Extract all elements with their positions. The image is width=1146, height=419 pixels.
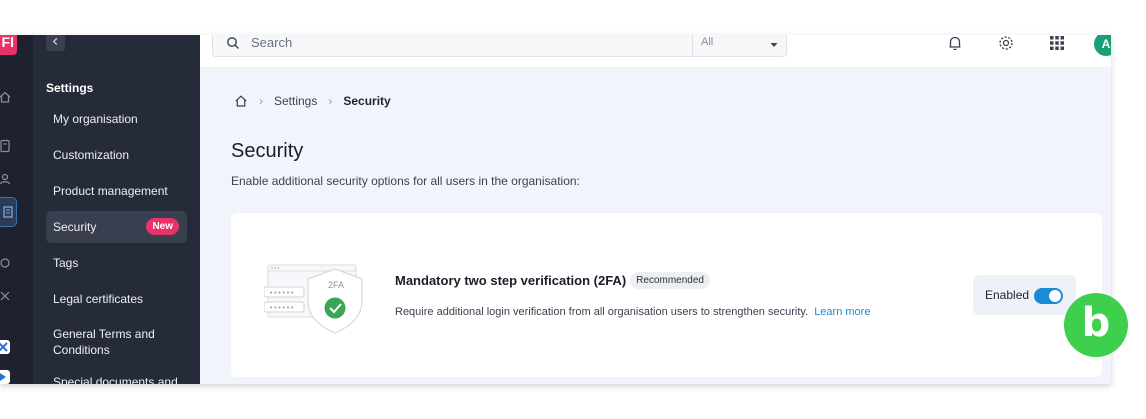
app-window: Fl Settings My organisation Customizatio… [0,35,1111,384]
search-scope-value: All [701,36,714,48]
sidebar-item-tags[interactable]: Tags [46,248,187,278]
svg-text:••••••: •••••• [269,289,294,297]
sidebar-item-general-terms[interactable]: General Terms and Conditions [46,319,166,365]
apps-grid-icon[interactable] [1048,35,1066,52]
2fa-shield-illustration: •••••• •••••• 2FA [263,263,366,335]
search-box: All [212,35,787,57]
chevron-right-icon: › [328,94,333,108]
svg-text:••••••: •••••• [269,304,294,312]
2fa-card: •••••• •••••• 2FA Mandatory two step ver… [231,213,1102,377]
cog-icon[interactable] [0,289,12,303]
search-icon [226,36,240,50]
app-x-icon[interactable] [0,340,10,354]
breadcrumb-current: Security [343,94,391,108]
search-scope-select[interactable]: All [692,35,787,56]
calculator-icon[interactable] [0,139,12,153]
search-input[interactable] [251,35,681,50]
sidebar-item-label: Tags [53,256,79,270]
building-icon[interactable] [1,205,15,219]
chevron-left-icon[interactable] [46,35,65,51]
sidebar-item-customization[interactable]: Customization [46,140,187,170]
toggle-label: Enabled [985,288,1030,302]
card-description-text: Require additional login verification fr… [395,306,809,318]
app-arrow-icon[interactable] [0,370,10,384]
sidebar-item-special-documents[interactable]: Special documents and [46,367,187,384]
sidebar-heading: Settings [46,81,94,95]
sidebar-item-label: My organisation [53,112,138,126]
page-subtitle: Enable additional security options for a… [231,174,580,188]
card-title: Mandatory two step verification (2FA) [395,273,627,288]
sidebar-item-product-management[interactable]: Product management [46,176,187,206]
puzzle-icon[interactable] [0,256,12,270]
app-logo[interactable]: Fl [0,35,17,55]
settings-sidebar: Settings My organisation Customization P… [33,35,200,384]
main-content: › Settings › Security Security Enable ad… [200,67,1111,384]
home-icon[interactable] [234,94,248,108]
sidebar-item-label: Special documents and [53,375,178,384]
2fa-toggle-container: Enabled [973,275,1076,315]
icon-rail: Fl [0,35,33,384]
bell-icon[interactable] [946,35,964,52]
sidebar-item-label: Customization [53,148,130,162]
card-description: Require additional login verification fr… [395,306,870,318]
new-badge: New [146,218,179,235]
sidebar-item-security[interactable]: Security New [46,211,187,243]
avatar[interactable]: A [1094,35,1111,56]
brand-logo-badge: b [1064,293,1128,357]
chevron-right-icon: › [259,94,263,108]
recommended-badge: Recommended [630,272,710,289]
home-icon[interactable] [0,90,12,104]
2fa-toggle[interactable] [1034,288,1063,304]
sidebar-item-legal-certificates[interactable]: Legal certificates [46,284,187,314]
breadcrumb: › Settings › Security [234,94,391,108]
illustration-label: 2FA [328,280,345,290]
toggle-knob [1049,290,1061,302]
gear-icon[interactable] [997,35,1015,52]
breadcrumb-settings[interactable]: Settings [274,94,317,108]
page-title: Security [231,140,304,162]
sidebar-item-label: Security [53,220,97,234]
card-title-row: Mandatory two step verification (2FA) Re… [395,272,710,289]
sidebar-item-label: Legal certificates [53,292,144,306]
sidebar-item-label: Product management [53,184,168,198]
top-bar: All A [200,35,1111,67]
sidebar-item-label: General Terms and Conditions [53,327,155,357]
caret-down-icon [769,37,779,47]
learn-more-link[interactable]: Learn more [814,306,870,318]
sidebar-item-my-organisation[interactable]: My organisation [46,104,187,134]
users-icon[interactable] [0,172,12,186]
